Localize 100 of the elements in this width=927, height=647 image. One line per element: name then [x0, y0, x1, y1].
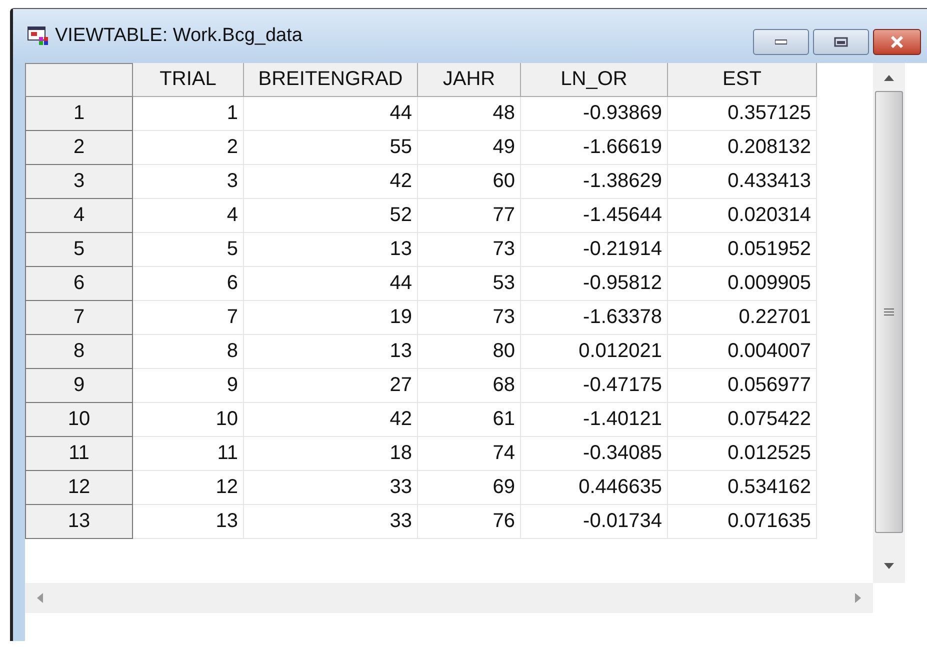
- table-corner[interactable]: [25, 63, 133, 97]
- scroll-left-icon[interactable]: [37, 593, 43, 603]
- column-header[interactable]: JAHR: [418, 63, 521, 97]
- horizontal-scrollbar[interactable]: [25, 583, 873, 613]
- row-header[interactable]: 6: [25, 267, 133, 301]
- table-cell: 33: [244, 505, 418, 539]
- row-header[interactable]: 12: [25, 471, 133, 505]
- table-cell: 27: [244, 369, 418, 403]
- table-cell: 49: [418, 131, 521, 165]
- scroll-down-icon[interactable]: [884, 563, 894, 569]
- column-header[interactable]: BREITENGRAD: [244, 63, 418, 97]
- table-cell: 80: [418, 335, 521, 369]
- table-cell: 68: [418, 369, 521, 403]
- table-cell: 73: [418, 301, 521, 335]
- table-cell: 0.22701: [668, 301, 817, 335]
- table-cell: -1.63378: [521, 301, 668, 335]
- table-cell: -0.01734: [521, 505, 668, 539]
- table-cell: 10: [133, 403, 244, 437]
- table-cell: 13: [133, 505, 244, 539]
- table-cell: 2: [133, 131, 244, 165]
- table-cell: 0.433413: [668, 165, 817, 199]
- table-cell: 6: [133, 267, 244, 301]
- scroll-thumb[interactable]: [875, 91, 903, 533]
- vertical-scrollbar[interactable]: [873, 63, 905, 583]
- table-cell: -0.34085: [521, 437, 668, 471]
- scroll-right-icon[interactable]: [855, 593, 861, 603]
- table-cell: 55: [244, 131, 418, 165]
- table-icon: [27, 26, 49, 46]
- row-header[interactable]: 3: [25, 165, 133, 199]
- table-cell: 3: [133, 165, 244, 199]
- row-header[interactable]: 9: [25, 369, 133, 403]
- grip-icon: [884, 308, 894, 316]
- row-header[interactable]: 11: [25, 437, 133, 471]
- maximize-button[interactable]: [813, 29, 869, 55]
- table-cell: 77: [418, 199, 521, 233]
- table-cell: 42: [244, 403, 418, 437]
- table-cell: 9: [133, 369, 244, 403]
- column-header[interactable]: TRIAL: [133, 63, 244, 97]
- table-cell: 33: [244, 471, 418, 505]
- minimize-button[interactable]: [753, 29, 809, 55]
- table-cell: 69: [418, 471, 521, 505]
- table-cell: -1.40121: [521, 403, 668, 437]
- table-cell: 60: [418, 165, 521, 199]
- row-header[interactable]: 4: [25, 199, 133, 233]
- table-cell: -0.21914: [521, 233, 668, 267]
- table-cell: 0.534162: [668, 471, 817, 505]
- table-cell: 19: [244, 301, 418, 335]
- table-cell: 8: [133, 335, 244, 369]
- row-header[interactable]: 7: [25, 301, 133, 335]
- table-cell: 73: [418, 233, 521, 267]
- table-cell: 44: [244, 267, 418, 301]
- column-header[interactable]: LN_OR: [521, 63, 668, 97]
- row-header[interactable]: 1: [25, 97, 133, 131]
- table-cell: 7: [133, 301, 244, 335]
- table-cell: 0.012525: [668, 437, 817, 471]
- table-cell: -1.38629: [521, 165, 668, 199]
- scroll-up-icon[interactable]: [884, 75, 894, 81]
- table-cell: 1: [133, 97, 244, 131]
- table-cell: 5: [133, 233, 244, 267]
- table-cell: 0.071635: [668, 505, 817, 539]
- table-cell: -0.47175: [521, 369, 668, 403]
- row-header[interactable]: 8: [25, 335, 133, 369]
- column-header[interactable]: EST: [668, 63, 817, 97]
- table-cell: 53: [418, 267, 521, 301]
- table-cell: 11: [133, 437, 244, 471]
- table-cell: 13: [244, 233, 418, 267]
- row-header[interactable]: 13: [25, 505, 133, 539]
- row-header[interactable]: 10: [25, 403, 133, 437]
- table-cell: 0.051952: [668, 233, 817, 267]
- maximize-icon: [834, 37, 848, 47]
- table-cell: 74: [418, 437, 521, 471]
- minimize-icon: [775, 39, 787, 45]
- table-cell: 0.056977: [668, 369, 817, 403]
- row-header[interactable]: 5: [25, 233, 133, 267]
- table-cell: 0.208132: [668, 131, 817, 165]
- table-cell: 0.446635: [521, 471, 668, 505]
- table-cell: 0.012021: [521, 335, 668, 369]
- table-cell: -1.66619: [521, 131, 668, 165]
- table-cell: 0.004007: [668, 335, 817, 369]
- table-cell: 0.357125: [668, 97, 817, 131]
- table-cell: -0.93869: [521, 97, 668, 131]
- table-cell: 44: [244, 97, 418, 131]
- table-cell: 13: [244, 335, 418, 369]
- table-cell: 0.020314: [668, 199, 817, 233]
- table-cell: 76: [418, 505, 521, 539]
- table-cell: 18: [244, 437, 418, 471]
- row-header[interactable]: 2: [25, 131, 133, 165]
- table-cell: 12: [133, 471, 244, 505]
- table-cell: -1.45644: [521, 199, 668, 233]
- table-cell: 61: [418, 403, 521, 437]
- table-cell: 4: [133, 199, 244, 233]
- close-button[interactable]: [873, 29, 921, 55]
- window-title: VIEWTABLE: Work.Bcg_data: [55, 25, 304, 47]
- table-cell: 52: [244, 199, 418, 233]
- table-cell: 42: [244, 165, 418, 199]
- table-cell: 0.075422: [668, 403, 817, 437]
- table-cell: 0.009905: [668, 267, 817, 301]
- close-icon: [890, 36, 904, 48]
- table-cell: 48: [418, 97, 521, 131]
- table-cell: -0.95812: [521, 267, 668, 301]
